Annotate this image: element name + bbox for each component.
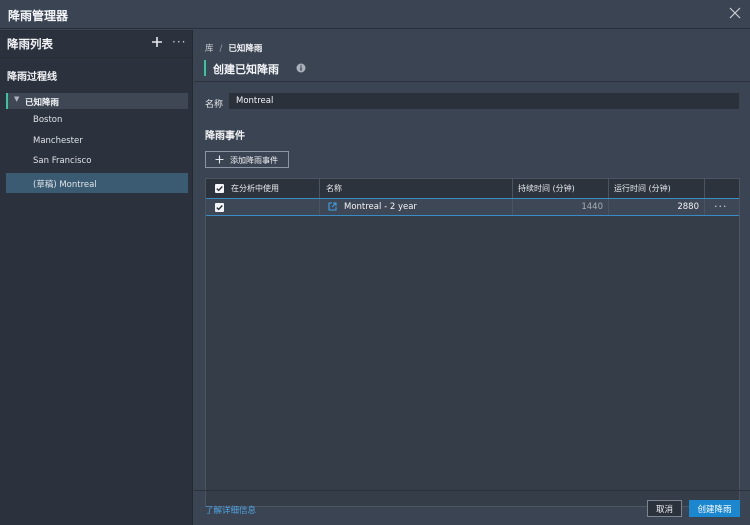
tree-item-label: Boston (33, 115, 63, 125)
sidebar-header: 降雨列表 ··· (0, 30, 193, 58)
duration-value: 1440 (581, 202, 603, 212)
tree-item-boston[interactable]: Boston (6, 110, 188, 130)
info-icon[interactable] (296, 63, 306, 73)
main-panel: 库 / 已知降雨 创建已知降雨 名称 降雨事件 添加降雨事件 在分析中使用 名称 (194, 30, 750, 525)
cell-duration: 1440 (513, 199, 609, 215)
table-header: 在分析中使用 名称 持续时间 (分钟) 运行时间 (分钟) (206, 179, 739, 198)
add-rainfall-event-label: 添加降雨事件 (230, 156, 278, 165)
caret-down-icon[interactable]: ▼ (14, 95, 19, 103)
divider (194, 81, 750, 82)
external-link-icon[interactable] (328, 202, 337, 211)
use-in-analysis-checkbox[interactable] (215, 203, 224, 212)
select-all-checkbox[interactable] (215, 184, 224, 193)
tree-node-label: 已知降雨 (25, 98, 60, 108)
events-section-title: 降雨事件 (205, 131, 245, 142)
tree-node-known-rainfall[interactable]: ▼ 已知降雨 (6, 93, 188, 109)
breadcrumb-current: 已知降雨 (228, 44, 263, 54)
sidebar-title: 降雨列表 (7, 37, 53, 51)
title-accent-bar (204, 60, 206, 76)
close-icon[interactable] (727, 5, 743, 21)
header-label: 持续时间 (分钟) (518, 184, 575, 193)
add-icon[interactable] (150, 35, 164, 49)
event-name: Montreal - 2 year (344, 202, 417, 212)
breadcrumb-separator: / (219, 44, 223, 54)
more-options-icon[interactable]: ··· (172, 35, 186, 49)
sidebar-section-title: 降雨过程线 (7, 72, 57, 83)
header-use-in-analysis[interactable]: 在分析中使用 (206, 179, 320, 198)
window-title: 降雨管理器 (8, 9, 69, 23)
cell-runtime[interactable]: 2880 (609, 199, 705, 215)
name-label: 名称 (205, 100, 224, 110)
create-rainfall-button[interactable]: 创建降雨 (689, 500, 740, 517)
learn-more-link[interactable]: 了解详细信息 (205, 504, 256, 516)
tree-item-label: San Francisco (33, 156, 92, 166)
cell-actions: ··· (705, 199, 739, 215)
page-title: 创建已知降雨 (213, 63, 279, 76)
cell-use (206, 199, 320, 215)
cell-name: Montreal - 2 year (320, 199, 513, 215)
breadcrumb: 库 / 已知降雨 (205, 42, 262, 54)
add-rainfall-event-button[interactable]: 添加降雨事件 (205, 151, 289, 168)
cancel-button[interactable]: 取消 (647, 500, 682, 517)
tree-item-montreal-draft[interactable]: (草稿) Montreal (6, 173, 188, 193)
tree-item-label: (草稿) Montreal (33, 180, 97, 190)
tree-item-san-francisco[interactable]: San Francisco (6, 151, 188, 171)
runtime-value[interactable]: 2880 (677, 202, 699, 212)
header-name[interactable]: 名称 (320, 179, 513, 198)
name-input[interactable] (229, 93, 739, 109)
sidebar: 降雨列表 ··· 降雨过程线 ▼ 已知降雨 Boston Manchester … (0, 30, 193, 525)
selection-accent-bar (6, 93, 8, 109)
plus-icon (215, 155, 224, 164)
footer-divider (194, 490, 750, 491)
rainfall-events-table: 在分析中使用 名称 持续时间 (分钟) 运行时间 (分钟) Montreal -… (205, 178, 740, 507)
tree-item-manchester[interactable]: Manchester (6, 131, 188, 151)
header-label: 运行时间 (分钟) (614, 184, 671, 193)
title-bar: 降雨管理器 (0, 0, 750, 29)
header-label: 在分析中使用 (231, 184, 279, 193)
header-label: 名称 (326, 184, 342, 193)
tree-item-label: Manchester (33, 136, 83, 146)
row-more-icon[interactable]: ··· (714, 200, 728, 213)
header-duration[interactable]: 持续时间 (分钟) (513, 179, 609, 198)
breadcrumb-root[interactable]: 库 (205, 44, 214, 54)
header-runtime[interactable]: 运行时间 (分钟) (609, 179, 705, 198)
table-row[interactable]: Montreal - 2 year 1440 2880 ··· (206, 198, 739, 216)
